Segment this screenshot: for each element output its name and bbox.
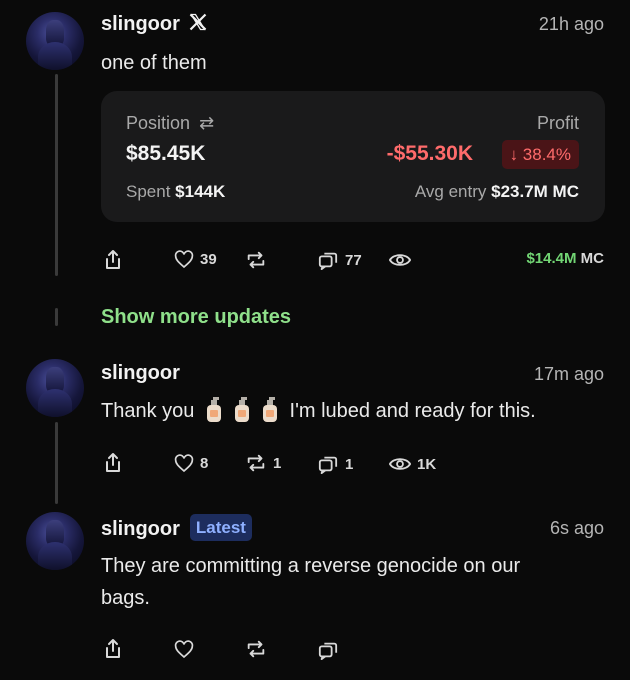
views-count: 1K xyxy=(417,455,437,473)
profit-percent-badge: ↓ 38.4% xyxy=(501,140,579,169)
share-button[interactable] xyxy=(103,638,123,660)
quote-icon xyxy=(318,252,338,270)
heart-icon xyxy=(174,640,194,659)
thread-line xyxy=(55,422,58,504)
thread-line-short xyxy=(55,308,58,326)
market-cap: $14.4M MC xyxy=(526,250,604,267)
share-icon xyxy=(106,453,120,472)
like-count: 39 xyxy=(200,251,217,268)
author-name[interactable]: slingoor Latest xyxy=(101,514,252,541)
avatar[interactable] xyxy=(26,359,84,417)
avatar[interactable] xyxy=(26,12,84,70)
post-text: one of them xyxy=(101,52,207,74)
profit-label: Profit xyxy=(536,113,579,133)
like-button[interactable]: 8 xyxy=(174,454,208,473)
eye-icon xyxy=(389,254,411,266)
lotion-bottle-icon xyxy=(262,397,277,422)
repost-icon xyxy=(247,251,265,269)
share-button[interactable] xyxy=(103,249,123,271)
repost-icon xyxy=(247,640,265,658)
timestamp: 21h ago xyxy=(538,14,604,34)
repost-button[interactable] xyxy=(245,638,267,660)
position-value: $85.45K xyxy=(126,142,206,165)
eye-icon xyxy=(389,458,411,470)
repost-button[interactable]: 1 xyxy=(245,452,281,474)
views-button[interactable]: 1K xyxy=(389,455,436,473)
repost-button[interactable] xyxy=(245,249,267,271)
author-name[interactable]: slingoor xyxy=(101,12,208,36)
timestamp: 17m ago xyxy=(533,364,604,384)
like-button[interactable]: 39 xyxy=(174,250,217,269)
quote-button[interactable]: 1 xyxy=(317,454,353,474)
x-logo-icon xyxy=(189,13,207,31)
avg-entry-row: Avg entry $23.7M MC xyxy=(414,182,579,201)
feed: slingoor 21h ago one of them Position ⇄ … xyxy=(0,0,630,680)
thread-line xyxy=(55,74,58,276)
position-label: Position ⇄ xyxy=(126,113,215,133)
position-card[interactable]: Position ⇄ $85.45K Profit -$55.30K ↓ 38.… xyxy=(101,91,605,222)
share-icon xyxy=(106,639,120,658)
author-name[interactable]: slingoor xyxy=(101,362,180,385)
quote-icon xyxy=(318,456,338,474)
show-more-updates-link[interactable]: Show more updates xyxy=(101,306,291,329)
post-text: They are committing a reverse genocide o… xyxy=(101,555,521,609)
quote-icon xyxy=(318,642,338,660)
latest-badge: Latest xyxy=(189,514,252,541)
avatar[interactable] xyxy=(26,512,84,570)
post-text: Thank you I'm lubed and ready for this. xyxy=(101,395,536,427)
lotion-bottle-icon xyxy=(206,397,221,422)
lotion-bottle-icon xyxy=(234,397,249,422)
share-icon xyxy=(106,250,120,269)
timestamp: 6s ago xyxy=(549,518,604,538)
quote-button[interactable] xyxy=(317,640,339,660)
spent-row: Spent $144K xyxy=(126,182,226,201)
repost-icon xyxy=(247,454,265,472)
quote-button[interactable]: 77 xyxy=(317,250,362,270)
share-button[interactable] xyxy=(103,452,123,474)
quote-count: 1 xyxy=(345,455,354,473)
profit-value: -$55.30K xyxy=(386,142,473,165)
heart-icon xyxy=(174,250,194,269)
repost-count: 1 xyxy=(273,454,282,472)
quote-count: 77 xyxy=(345,251,362,269)
like-count: 8 xyxy=(200,455,209,472)
swap-icon: ⇄ xyxy=(199,113,215,133)
heart-icon xyxy=(174,454,194,473)
like-button[interactable] xyxy=(174,640,194,659)
views-button[interactable] xyxy=(389,251,411,269)
